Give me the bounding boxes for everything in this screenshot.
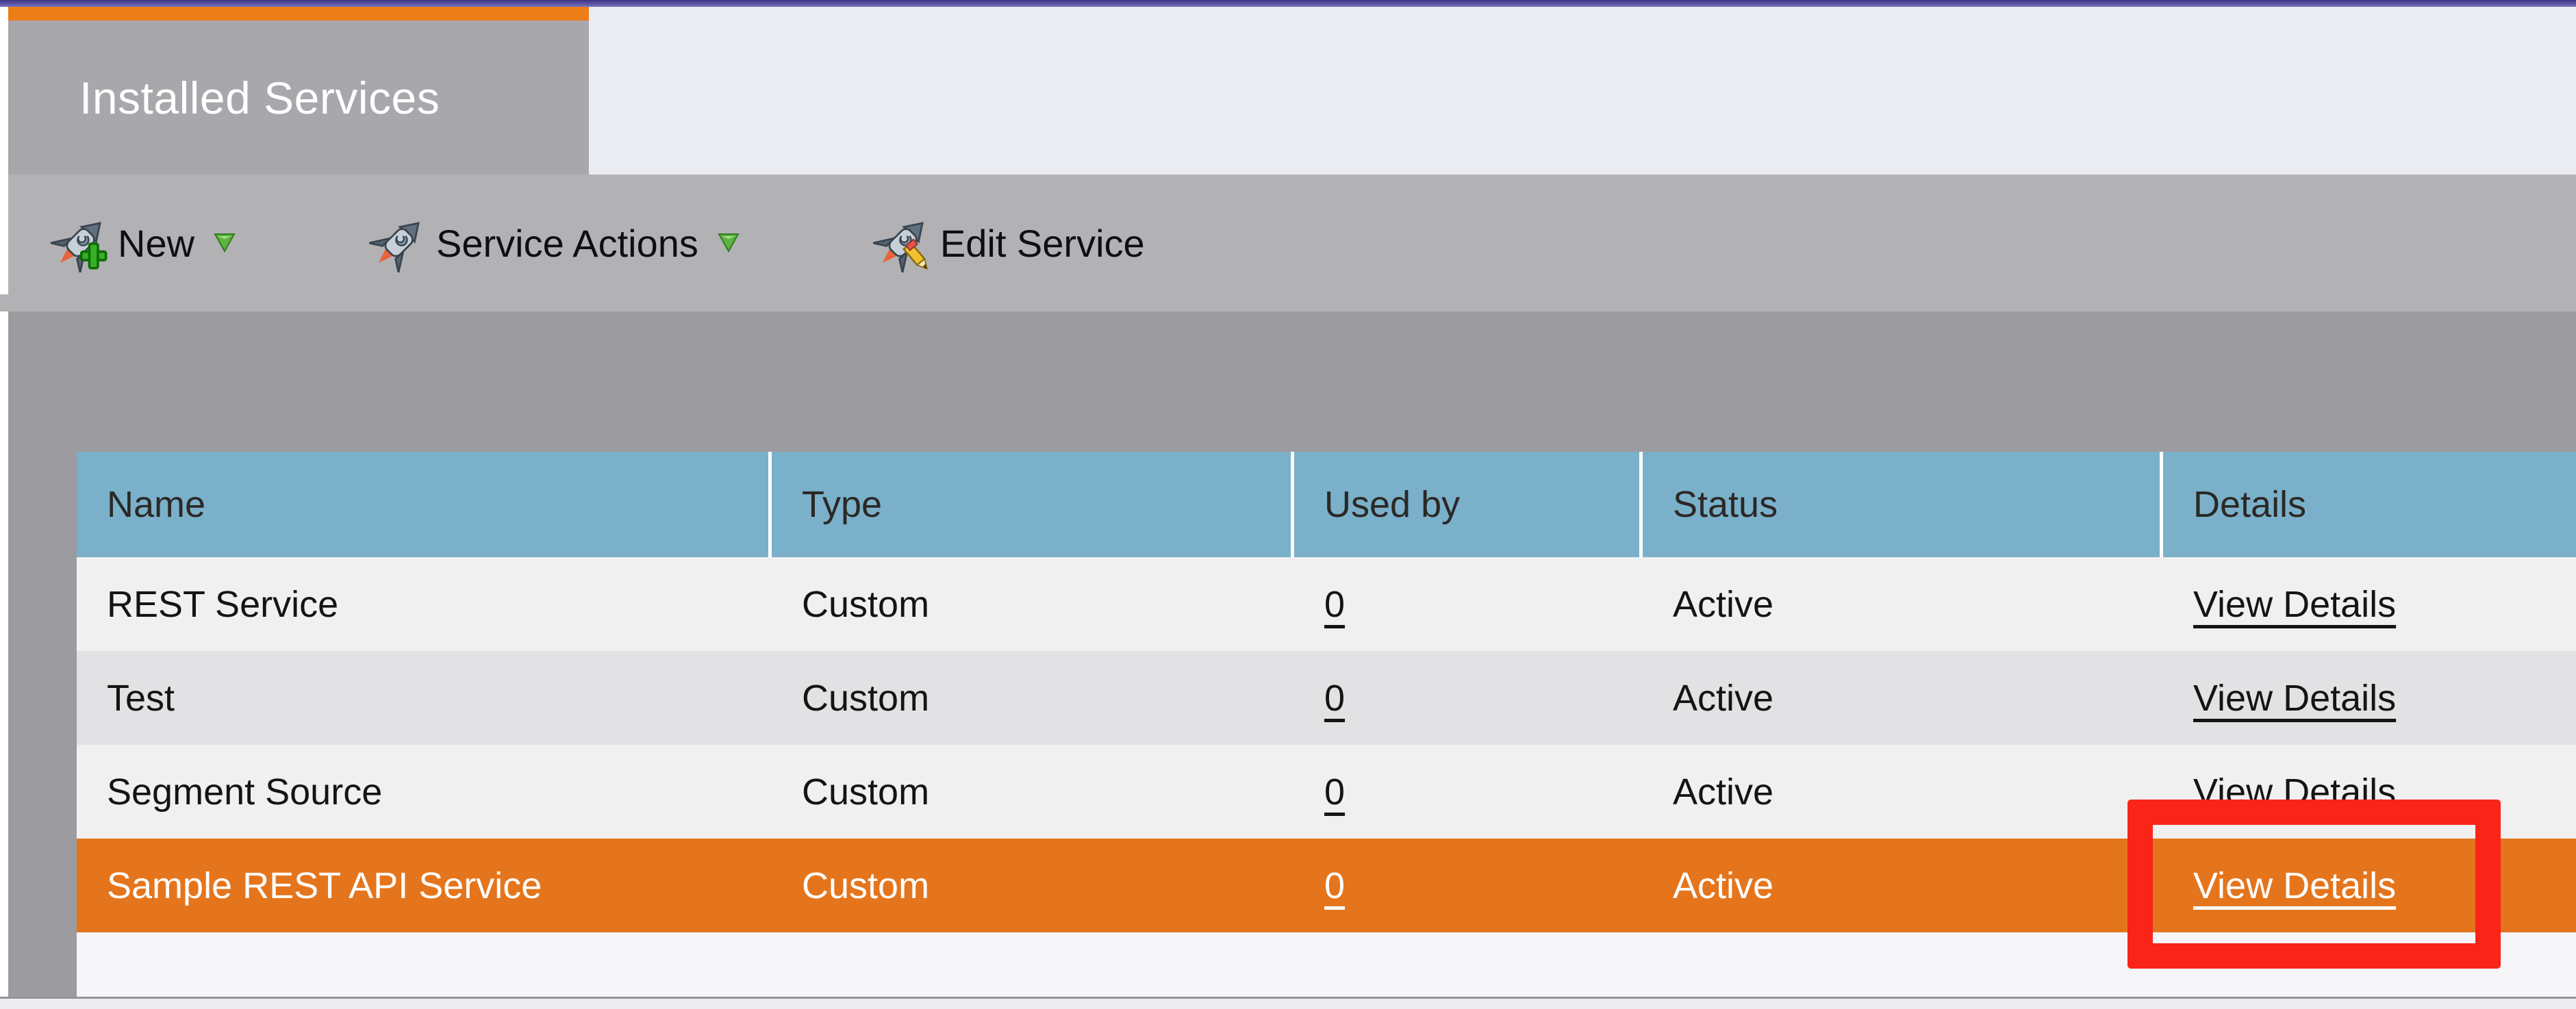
app-window: Installed Services New Service Actions E… (0, 0, 2576, 1009)
rocket-pencil-icon (872, 214, 932, 272)
cell-status: Active (1673, 677, 1774, 719)
view-details-link[interactable]: View Details (2193, 677, 2396, 719)
service-actions-button-label: Service Actions (436, 221, 698, 265)
toolbar-edge-notch (0, 294, 8, 311)
used-by-link[interactable]: 0 (1324, 677, 1345, 719)
tab-title: Installed Services (79, 72, 440, 123)
used-by-link[interactable]: 0 (1324, 865, 1345, 907)
cell-status: Active (1673, 865, 1774, 906)
cell-type: Custom (802, 771, 930, 813)
cell-type: Custom (802, 677, 930, 719)
tab-body: Installed Services (8, 21, 589, 175)
tab-strip-background (589, 7, 2576, 175)
view-details-link[interactable]: View Details (2193, 583, 2396, 626)
toolbar: New Service Actions Edit Service (8, 175, 2576, 311)
cell-details: View Details (2163, 651, 2576, 745)
column-header-status: Status (1643, 452, 2163, 557)
annotation-highlight-box (2127, 800, 2501, 969)
used-by-link[interactable]: 0 (1324, 583, 1345, 626)
table-header-row: Name Type Used by Status Details (77, 452, 2576, 557)
cell-status: Active (1673, 771, 1774, 813)
cell-name: Segment Source (107, 771, 383, 813)
cell-used-by: 0 (1294, 745, 1643, 839)
cell-used-by: 0 (1294, 839, 1643, 932)
active-tab-accent (8, 7, 589, 21)
cell-name: Test (107, 677, 175, 719)
window-accent-bar (0, 0, 2576, 7)
table-row[interactable]: Test Custom 0 Active View Details (77, 651, 2576, 745)
cell-used-by: 0 (1294, 557, 1643, 651)
new-button-label: New (118, 221, 195, 265)
dropdown-arrow-icon (718, 233, 739, 252)
cell-used-by: 0 (1294, 651, 1643, 745)
column-header-name: Name (77, 452, 772, 557)
service-actions-button[interactable]: Service Actions (369, 214, 740, 272)
new-button[interactable]: New (51, 214, 236, 272)
cell-type: Custom (802, 865, 930, 906)
rocket-plus-icon (51, 214, 110, 272)
tab-installed-services[interactable]: Installed Services (8, 7, 589, 175)
table-row[interactable]: REST Service Custom 0 Active View Detail… (77, 557, 2576, 651)
edit-service-button-label: Edit Service (939, 221, 1145, 265)
bottom-edge-strip (0, 997, 2576, 1009)
cell-name: REST Service (107, 583, 339, 625)
column-header-details: Details (2193, 484, 2307, 525)
dropdown-arrow-icon (214, 233, 236, 252)
cell-details: View Details (2163, 557, 2576, 651)
rocket-icon (369, 214, 429, 272)
edit-service-button[interactable]: Edit Service (872, 214, 1145, 272)
cell-name: Sample REST API Service (107, 865, 542, 906)
column-header-used-by: Used by (1294, 452, 1643, 557)
cell-status: Active (1673, 583, 1774, 625)
used-by-link[interactable]: 0 (1324, 771, 1345, 813)
page-left-edge (0, 7, 8, 997)
cell-type: Custom (802, 583, 930, 625)
column-header-type: Type (772, 452, 1294, 557)
